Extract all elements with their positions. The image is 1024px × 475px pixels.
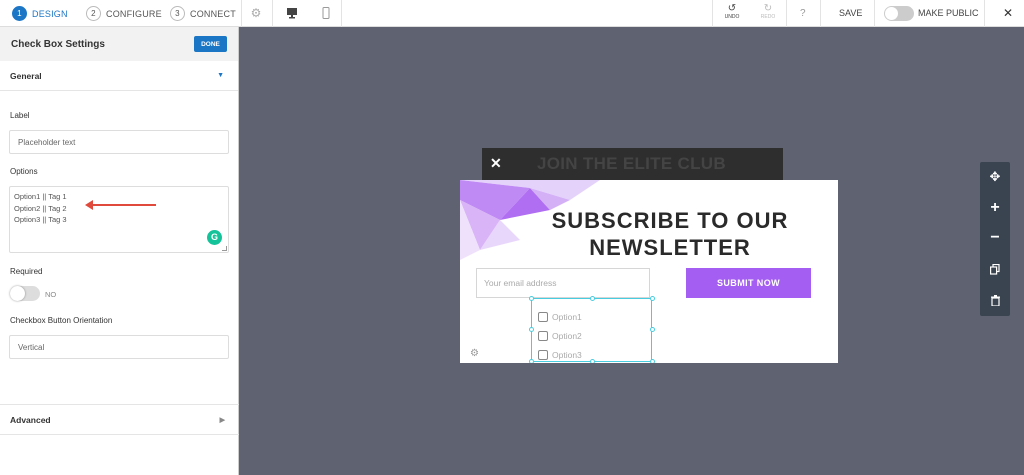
panel-title: Check Box Settings bbox=[11, 38, 105, 50]
copy-icon[interactable] bbox=[980, 254, 1010, 284]
top-bar: 1 DESIGN 2 CONFIGURE 3 CONNECT ⚙ ↺ UNDO … bbox=[0, 0, 1024, 27]
divider bbox=[712, 0, 713, 27]
checkbox-option[interactable]: Option2 bbox=[538, 331, 582, 341]
general-label: General bbox=[10, 70, 42, 81]
divider bbox=[874, 0, 875, 27]
close-icon[interactable]: ✕ bbox=[1003, 6, 1013, 20]
required-label: Required bbox=[10, 267, 43, 276]
minus-icon[interactable]: − bbox=[980, 223, 1010, 253]
step-label: DESIGN bbox=[32, 8, 68, 19]
divider bbox=[241, 0, 242, 27]
undo-icon: ↺ bbox=[727, 3, 737, 14]
resize-handle[interactable] bbox=[529, 327, 534, 332]
undo-label: UNDO bbox=[724, 14, 740, 20]
newsletter-popup: SUBSCRIBE TO OUR NEWSLETTER Your email a… bbox=[460, 180, 838, 363]
required-toggle[interactable] bbox=[10, 286, 40, 301]
panel-header: Check Box Settings DONE bbox=[0, 27, 238, 61]
orientation-label: Checkbox Button Orientation bbox=[10, 316, 113, 325]
advanced-section: Advanced ▶ bbox=[0, 404, 239, 435]
option-line: Option3 || Tag 3 bbox=[14, 215, 67, 224]
general-section-header[interactable]: General ▼ bbox=[0, 61, 238, 91]
gear-icon[interactable]: ⚙ bbox=[249, 6, 263, 20]
divider bbox=[786, 0, 787, 27]
done-button[interactable]: DONE bbox=[194, 36, 227, 52]
required-value: NO bbox=[45, 290, 57, 299]
option-line: Option1 || Tag 1 bbox=[14, 192, 67, 201]
desktop-icon[interactable] bbox=[285, 6, 299, 20]
save-button[interactable]: SAVE bbox=[839, 8, 862, 18]
step-connect[interactable]: 3 CONNECT bbox=[170, 5, 236, 22]
headline-line-1: SUBSCRIBE TO OUR bbox=[551, 208, 789, 233]
checkbox-option[interactable]: Option3 bbox=[538, 350, 582, 360]
orientation-select[interactable]: Vertical bbox=[9, 335, 229, 359]
redo-label: REDO bbox=[760, 14, 776, 20]
resize-handle[interactable] bbox=[529, 296, 534, 301]
caret-right-icon: ▶ bbox=[219, 416, 225, 424]
divider bbox=[341, 0, 342, 27]
redo-icon: ↻ bbox=[763, 3, 773, 14]
make-public-toggle[interactable] bbox=[884, 6, 914, 21]
resize-handle[interactable] bbox=[222, 246, 227, 251]
email-input[interactable]: Your email address bbox=[476, 268, 650, 298]
step-design[interactable]: 1 DESIGN bbox=[12, 5, 68, 22]
label-field-label: Label bbox=[10, 111, 30, 120]
step-label: CONFIGURE bbox=[106, 8, 162, 19]
advanced-label: Advanced bbox=[10, 414, 51, 425]
step-number: 2 bbox=[86, 6, 101, 21]
caret-down-icon: ▼ bbox=[217, 72, 224, 79]
close-icon[interactable]: ✕ bbox=[490, 155, 502, 172]
redo-button[interactable]: ↻ REDO bbox=[753, 3, 783, 20]
resize-handle[interactable] bbox=[650, 296, 655, 301]
divider bbox=[984, 0, 985, 27]
divider bbox=[820, 0, 821, 27]
plus-icon[interactable]: + bbox=[980, 193, 1010, 223]
step-configure[interactable]: 2 CONFIGURE bbox=[86, 5, 162, 22]
element-toolbox: ✥ + − bbox=[980, 162, 1010, 316]
mobile-icon[interactable] bbox=[319, 6, 333, 20]
checkbox[interactable] bbox=[538, 312, 548, 322]
trash-icon[interactable] bbox=[980, 285, 1010, 315]
resize-handle[interactable] bbox=[650, 327, 655, 332]
options-textarea[interactable]: Option1 || Tag 1 Option2 || Tag 2 Option… bbox=[9, 186, 229, 253]
checkbox-label: Option3 bbox=[552, 350, 582, 360]
resize-handle[interactable] bbox=[590, 359, 595, 363]
headline-line-2: NEWSLETTER bbox=[589, 235, 751, 260]
checkbox-label: Option1 bbox=[552, 312, 582, 322]
step-label: CONNECT bbox=[190, 8, 236, 19]
checkbox-label: Option2 bbox=[552, 331, 582, 341]
label-input[interactable]: Placeholder text bbox=[9, 130, 229, 154]
step-number: 3 bbox=[170, 6, 185, 21]
checkbox[interactable] bbox=[538, 331, 548, 341]
background-title: JOIN THE ELITE CLUB bbox=[537, 154, 726, 173]
gear-icon[interactable]: ⚙ bbox=[470, 348, 479, 359]
step-number: 1 bbox=[12, 6, 27, 21]
resize-handle[interactable] bbox=[590, 296, 595, 301]
submit-button[interactable]: SUBMIT NOW bbox=[686, 268, 811, 298]
divider bbox=[272, 0, 273, 27]
move-icon[interactable]: ✥ bbox=[980, 162, 1010, 192]
settings-panel: Check Box Settings DONE General ▼ Label … bbox=[0, 27, 239, 475]
make-public-label: MAKE PUBLIC bbox=[918, 8, 979, 18]
checkbox-option[interactable]: Option1 bbox=[538, 312, 582, 322]
grammarly-icon[interactable]: G bbox=[207, 230, 222, 245]
help-icon[interactable]: ? bbox=[800, 8, 806, 19]
resize-handle[interactable] bbox=[529, 359, 534, 363]
resize-handle[interactable] bbox=[650, 359, 655, 363]
annotation-arrow bbox=[85, 200, 156, 210]
undo-button[interactable]: ↺ UNDO bbox=[717, 3, 747, 20]
options-field-label: Options bbox=[10, 167, 38, 176]
advanced-section-header[interactable]: Advanced ▶ bbox=[0, 405, 239, 435]
checkbox[interactable] bbox=[538, 350, 548, 360]
